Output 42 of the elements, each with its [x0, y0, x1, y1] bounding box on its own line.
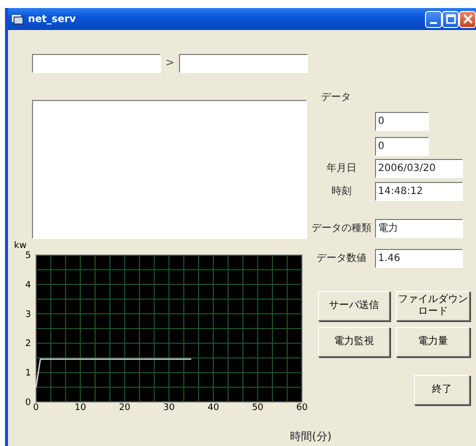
tick-label: 20 — [118, 403, 130, 413]
tick-label: 30 — [163, 403, 175, 413]
minimize-button[interactable] — [425, 10, 442, 28]
section-label: データ — [321, 92, 351, 103]
text-field[interactable]: 14:48:12 — [375, 182, 463, 201]
tick-label: 1 — [25, 368, 31, 379]
form-button[interactable]: 電力監視 — [318, 327, 390, 357]
field-label: 年月日 — [326, 163, 356, 174]
form-button[interactable]: ファイルダウンロード — [396, 291, 470, 321]
text-field[interactable]: 2006/03/20 — [375, 159, 463, 178]
close-button[interactable] — [459, 10, 476, 28]
field-label: データ数値 — [316, 253, 366, 264]
maximize-icon — [446, 14, 456, 24]
text-field[interactable]: 1.46 — [375, 249, 463, 268]
tick-label: 60 — [296, 403, 308, 413]
field-label: データの種類 — [312, 223, 372, 234]
text-field[interactable]: 電力 — [375, 219, 463, 238]
text-field[interactable]: 0 — [375, 137, 429, 156]
form-button[interactable]: サーバ送信 — [318, 291, 390, 321]
tick-label: 40 — [208, 403, 220, 413]
maximize-button[interactable] — [442, 10, 459, 28]
text-field[interactable]: 0 — [375, 112, 429, 131]
tick-label: 5 — [25, 251, 31, 261]
app-icon — [12, 14, 24, 24]
tick-label: 3 — [25, 310, 31, 320]
input-field[interactable] — [32, 54, 161, 73]
input-field[interactable] — [179, 54, 308, 73]
tick-label: 4 — [25, 280, 31, 290]
field-label: 時刻 — [332, 186, 352, 197]
axis-label: kw — [14, 241, 27, 251]
tick-label: 50 — [252, 403, 264, 413]
window-title: net_serv — [28, 12, 76, 26]
tick-label: 0 — [25, 398, 31, 408]
axis-label: 時間(分) — [290, 429, 332, 445]
separator-arrow: > — [164, 55, 176, 72]
tick-label: 2 — [25, 339, 31, 350]
close-icon — [462, 14, 472, 24]
form-button[interactable]: 電力量 — [396, 327, 470, 357]
form-button[interactable]: 終了 — [414, 375, 470, 405]
tick-label: 10 — [74, 403, 86, 413]
minimize-icon — [430, 22, 437, 24]
tick-label: 0 — [33, 403, 39, 413]
